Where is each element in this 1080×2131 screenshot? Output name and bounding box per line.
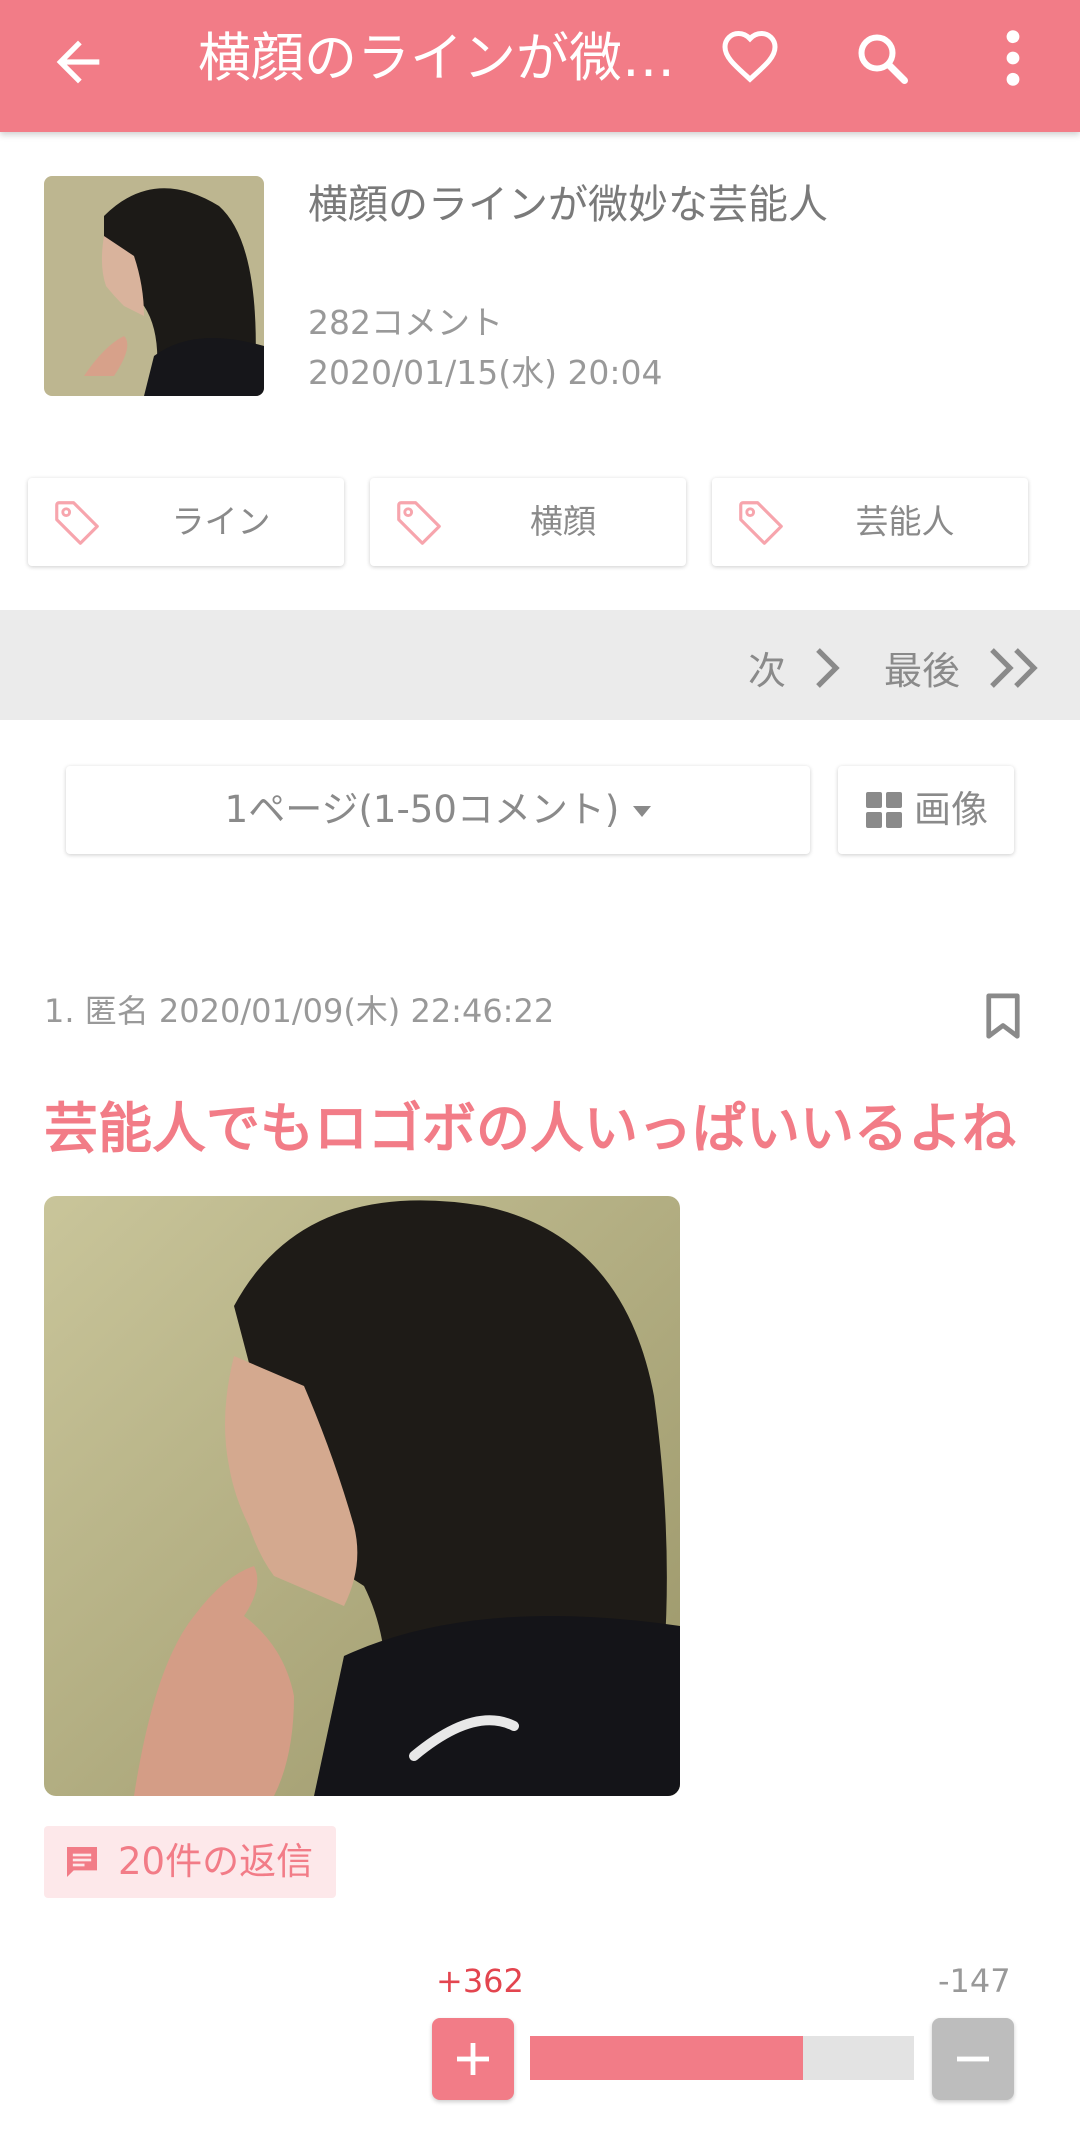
- topic-thumbnail: [44, 176, 264, 396]
- search-icon[interactable]: [852, 28, 912, 88]
- page-select-label: 1ページ(1-50コメント): [224, 788, 620, 831]
- plus-count: +362: [436, 1962, 524, 2000]
- comment-meta: 1. 匿名 2020/01/09(木) 22:46:22: [44, 992, 555, 1030]
- app-bar-title: 横顔のラインが微…: [198, 28, 675, 89]
- comment-text: 芸能人でもロゴボの人いっぱいいるよね: [44, 1097, 1016, 1160]
- double-chevron-right-icon[interactable]: [986, 646, 1042, 690]
- tag-label: ライン: [171, 502, 271, 541]
- tag-icon: [397, 501, 441, 545]
- comment-icon: [67, 1847, 97, 1877]
- plus-vote-button[interactable]: [432, 2018, 514, 2100]
- image-view-label: 画像: [914, 788, 988, 831]
- minus-icon: [957, 2056, 989, 2062]
- comment-image[interactable]: [44, 1196, 680, 1796]
- plus-icon: [457, 2043, 489, 2075]
- tag-chip[interactable]: ライン: [28, 478, 344, 566]
- chevron-right-icon[interactable]: [812, 646, 842, 690]
- image-view-button[interactable]: 画像: [838, 766, 1014, 854]
- comment-count: 282コメント: [308, 303, 503, 342]
- next-page-link[interactable]: 次: [748, 640, 786, 695]
- tag-icon: [739, 501, 783, 545]
- heart-icon[interactable]: [720, 28, 780, 88]
- pager-bar: 次 最後: [0, 610, 1080, 720]
- reply-button[interactable]: 20件の返信: [44, 1826, 336, 1898]
- caret-down-icon: [633, 806, 652, 817]
- vote-ratio-bar: [530, 2036, 914, 2080]
- tag-icon: [55, 501, 99, 545]
- topic-title: 横顔のラインが微妙な芸能人: [308, 182, 828, 228]
- more-vert-icon[interactable]: [990, 26, 1036, 90]
- minus-count: -147: [938, 1962, 1011, 2000]
- minus-vote-button[interactable]: [932, 2018, 1014, 2100]
- vote-ratio-fill: [530, 2036, 804, 2080]
- tag-label: 芸能人: [855, 502, 955, 541]
- page-select-dropdown[interactable]: 1ページ(1-50コメント): [66, 766, 810, 854]
- last-page-link[interactable]: 最後: [884, 640, 960, 695]
- app-bar: 横顔のラインが微…: [0, 0, 1080, 132]
- tag-chip[interactable]: 横顔: [370, 478, 686, 566]
- tag-label: 横顔: [530, 502, 596, 541]
- grid-icon: [866, 792, 902, 828]
- tag-chip[interactable]: 芸能人: [712, 478, 1028, 566]
- topic-date: 2020/01/15(水) 20:04: [308, 353, 663, 392]
- reply-count-label: 20件の返信: [118, 1840, 314, 1883]
- back-arrow-icon[interactable]: [46, 30, 110, 94]
- bookmark-icon[interactable]: [984, 992, 1022, 1040]
